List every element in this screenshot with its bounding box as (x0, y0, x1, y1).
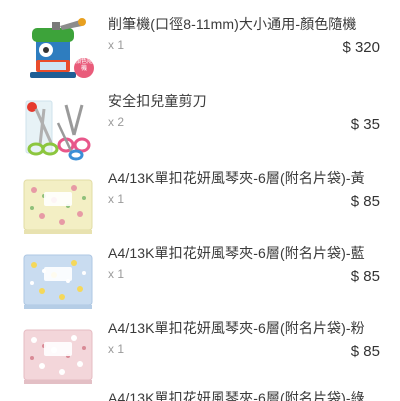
blue-accordion-folder-image (22, 247, 94, 313)
safety-scissors-image (22, 95, 94, 161)
item-name: A4/13K單扣花妍風琴夾-6層(附名片袋)-藍 (108, 245, 365, 261)
order-item-list: 顏色隨機 削筆機(口徑8-11mm)大小通用-顏色隨機 x 1 $ 320 安全… (0, 0, 400, 401)
item-price: $ 320 (342, 39, 380, 56)
order-item[interactable]: A4/13K單扣花妍風琴夾-6層(附名片袋)-粉 x 1 $ 85 (0, 318, 400, 393)
item-quantity: x 1 (108, 38, 125, 52)
item-quantity: x 1 (108, 267, 125, 281)
item-quantity: x 1 (108, 192, 125, 206)
item-quantity: x 1 (108, 342, 125, 356)
item-name: A4/13K單扣花妍風琴夾-6層(附名片袋)-黃 (108, 170, 365, 186)
item-price: $ 85 (350, 268, 380, 285)
order-item[interactable]: 安全扣兒童剪刀 x 2 $ 35 (0, 91, 400, 166)
item-price: $ 85 (350, 343, 380, 360)
pencil-sharpener-image: 顏色隨機 (22, 16, 94, 82)
item-name: 安全扣兒童剪刀 (108, 93, 207, 109)
item-price: $ 85 (350, 193, 380, 210)
pink-accordion-folder-image (22, 322, 94, 388)
item-name: A4/13K單扣花妍風琴夾-6層(附名片袋)-粉 (108, 320, 365, 336)
item-name: A4/13K單扣花妍風琴夾-6層(附名片袋)-綠 (108, 390, 365, 401)
item-quantity: x 2 (108, 115, 125, 129)
order-item[interactable]: 顏色隨機 削筆機(口徑8-11mm)大小通用-顏色隨機 x 1 $ 320 (0, 14, 400, 89)
item-name: 削筆機(口徑8-11mm)大小通用-顏色隨機 (108, 16, 357, 32)
item-price: $ 35 (350, 116, 380, 133)
order-item[interactable]: A4/13K單扣花妍風琴夾-6層(附名片袋)-黃 x 1 $ 85 (0, 168, 400, 243)
random-color-badge: 顏色隨機 (74, 59, 93, 72)
yellow-accordion-folder-image (22, 172, 94, 238)
order-item[interactable]: A4/13K單扣花妍風琴夾-6層(附名片袋)-綠 (0, 388, 400, 401)
order-item[interactable]: A4/13K單扣花妍風琴夾-6層(附名片袋)-藍 x 1 $ 85 (0, 243, 400, 318)
